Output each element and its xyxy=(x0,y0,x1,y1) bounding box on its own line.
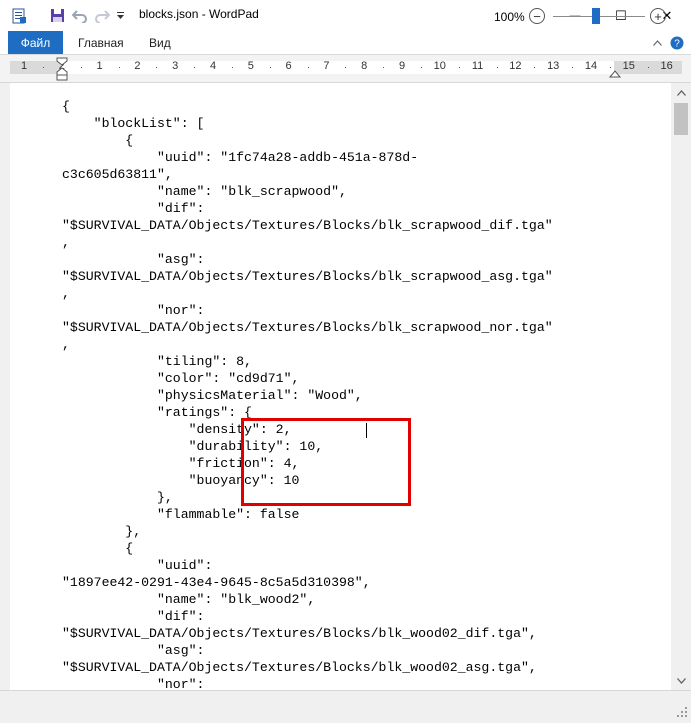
customize-dropdown-icon[interactable] xyxy=(113,0,127,31)
document-line[interactable]: c3c605d63811", xyxy=(62,166,553,183)
ratings-highlight-box xyxy=(241,418,411,506)
ruler-area: 1 2 1 2 3 4 5 6 7 8 9 10 11 12 13 14 15 16 xyxy=(0,55,691,83)
document-line[interactable]: , xyxy=(62,285,553,302)
ruler-tick xyxy=(307,67,309,68)
ruler-tick xyxy=(80,67,82,68)
ruler-tick xyxy=(42,67,44,68)
ruler-number: 8 xyxy=(361,60,368,72)
redo-icon[interactable] xyxy=(91,0,113,31)
document-line[interactable]: "uuid": xyxy=(62,557,553,574)
ruler-number: 6 xyxy=(285,60,292,72)
zoom-out-button[interactable]: − xyxy=(529,8,545,24)
text-caret xyxy=(366,423,367,438)
zoom-out-icon: − xyxy=(533,8,541,24)
ruler-number: 7 xyxy=(323,60,330,72)
ruler-number: 5 xyxy=(247,60,254,72)
zoom-level[interactable]: 100% xyxy=(494,10,525,24)
ruler-tick xyxy=(458,67,460,68)
vertical-scrollbar[interactable] xyxy=(671,83,691,690)
ruler-tick xyxy=(420,67,422,68)
ruler-tick xyxy=(496,67,498,68)
ruler-number: 16 xyxy=(660,60,673,72)
ruler-number: 11 xyxy=(471,60,484,72)
document-line[interactable]: "name": "blk_scrapwood", xyxy=(62,183,553,200)
document-line[interactable]: "dif": xyxy=(62,200,553,217)
document-line[interactable]: "flammable": false xyxy=(62,506,553,523)
scroll-down-icon[interactable] xyxy=(671,672,691,689)
resize-grip-icon[interactable] xyxy=(676,706,688,718)
document-line[interactable]: "tiling": 8, xyxy=(62,353,553,370)
ruler-number: 9 xyxy=(398,60,406,72)
svg-text:?: ? xyxy=(674,38,680,49)
zoom-in-icon: + xyxy=(654,8,662,24)
help-button[interactable]: ? xyxy=(668,31,686,54)
document-line[interactable]: "asg": xyxy=(62,642,553,659)
document-line[interactable]: "nor": xyxy=(62,302,553,319)
ruler-number: 2 xyxy=(134,60,141,72)
ruler-number: 10 xyxy=(433,60,446,72)
ruler-tick xyxy=(156,67,158,68)
ruler-number: 14 xyxy=(584,60,598,72)
document-line[interactable]: { xyxy=(62,98,553,115)
help-icon: ? xyxy=(670,36,684,49)
ruler-number: 1 xyxy=(96,60,103,72)
undo-icon[interactable] xyxy=(69,0,91,31)
document-line[interactable]: , xyxy=(62,336,553,353)
collapse-ribbon-icon[interactable] xyxy=(650,31,664,54)
ruler-tick xyxy=(231,67,233,68)
document-line[interactable]: "$SURVIVAL_DATA/Objects/Textures/Blocks/… xyxy=(62,319,553,336)
ruler-tick xyxy=(572,67,574,68)
window-title: blocks.json - WordPad xyxy=(139,7,259,21)
tab-view[interactable]: Вид xyxy=(149,31,171,54)
scroll-up-icon[interactable] xyxy=(671,84,691,101)
ruler-tick xyxy=(269,67,271,68)
ribbon-tab-bar: Файл Главная Вид ? xyxy=(0,31,691,55)
ruler-tick xyxy=(647,67,649,68)
document-text[interactable]: { "blockList": [ { "uuid": "1fc74a28-add… xyxy=(62,98,553,690)
status-bar xyxy=(0,690,691,723)
document-line[interactable]: { xyxy=(62,132,553,149)
ruler-number: 12 xyxy=(509,60,522,72)
ruler[interactable]: 1 2 1 2 3 4 5 6 7 8 9 10 11 12 13 14 15 16 xyxy=(10,60,682,74)
document-line[interactable]: { xyxy=(62,540,553,557)
ruler-tick xyxy=(383,67,385,68)
ruler-number: 4 xyxy=(209,60,217,72)
document-line[interactable]: "1897ee42-0291-43e4-9645-8c5a5d310398", xyxy=(62,574,553,591)
document-line[interactable]: "asg": xyxy=(62,251,553,268)
document-line[interactable]: "nor": xyxy=(62,676,553,690)
save-icon[interactable] xyxy=(46,0,68,31)
tab-file[interactable]: Файл xyxy=(8,31,63,54)
document-line[interactable]: }, xyxy=(62,523,553,540)
ruler-number: 13 xyxy=(547,60,560,72)
tab-home[interactable]: Главная xyxy=(78,31,124,54)
ruler-number: 3 xyxy=(172,60,179,72)
document-line[interactable]: "uuid": "1fc74a28-addb-451a-878d- xyxy=(62,149,553,166)
scroll-thumb[interactable] xyxy=(674,103,688,135)
ruler-tick xyxy=(345,67,347,68)
ruler-tick xyxy=(194,67,196,68)
document-line[interactable]: "blockList": [ xyxy=(62,115,553,132)
document-line[interactable]: "physicsMaterial": "Wood", xyxy=(62,387,553,404)
ruler-number: 15 xyxy=(622,60,635,72)
wordpad-app-icon[interactable] xyxy=(8,0,30,31)
ruler-number: 1 xyxy=(20,60,28,72)
zoom-slider-thumb[interactable] xyxy=(592,8,600,24)
document-line[interactable]: "$SURVIVAL_DATA/Objects/Textures/Blocks/… xyxy=(62,217,553,234)
document-line[interactable]: , xyxy=(62,234,553,251)
zoom-in-button[interactable]: + xyxy=(650,8,666,24)
ruler-tick xyxy=(534,67,536,68)
document-line[interactable]: "dif": xyxy=(62,608,553,625)
indent-marker-icon[interactable] xyxy=(56,57,68,81)
document-line[interactable]: "$SURVIVAL_DATA/Objects/Textures/Blocks/… xyxy=(62,268,553,285)
document-line[interactable]: "color": "cd9d71", xyxy=(62,370,553,387)
ruler-tick xyxy=(118,67,120,68)
right-indent-marker-icon[interactable] xyxy=(609,67,621,79)
document-line[interactable]: "name": "blk_wood2", xyxy=(62,591,553,608)
document-line[interactable]: "$SURVIVAL_DATA/Objects/Textures/Blocks/… xyxy=(62,625,553,642)
document-line[interactable]: "$SURVIVAL_DATA/Objects/Textures/Blocks/… xyxy=(62,659,553,676)
document-page[interactable]: { "blockList": [ { "uuid": "1fc74a28-add… xyxy=(10,83,671,690)
ruler-left-margin xyxy=(10,61,62,74)
